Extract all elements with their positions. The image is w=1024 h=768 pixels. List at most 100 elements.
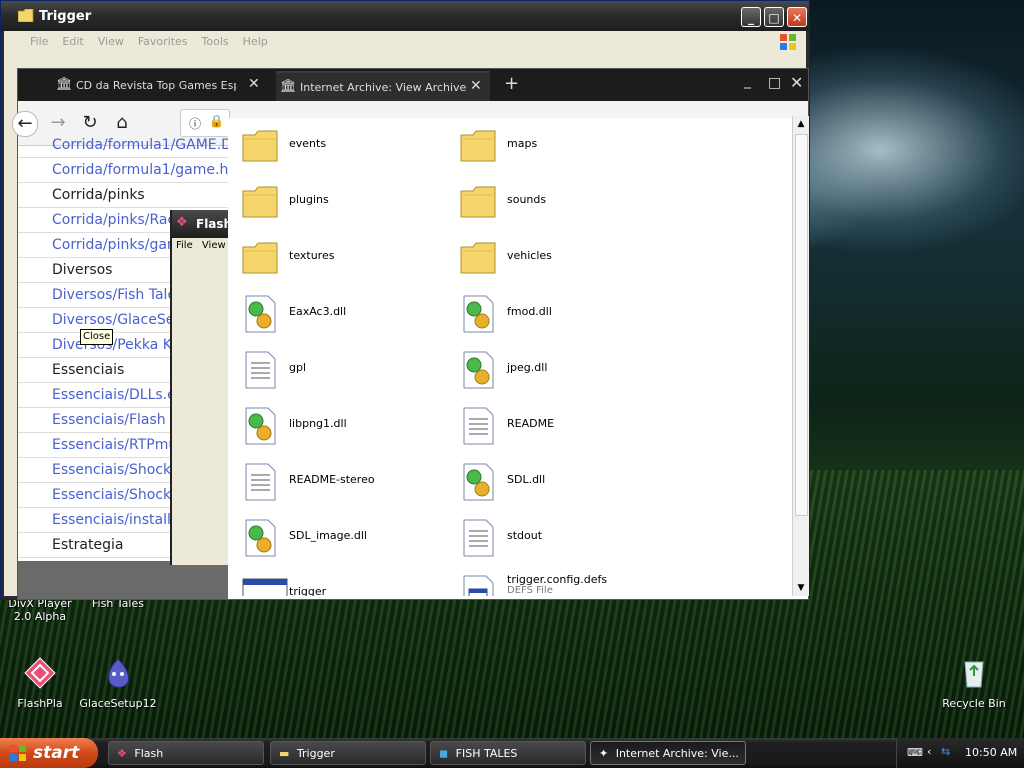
flash-app-icon <box>24 657 56 689</box>
flash-menu-file[interactable]: File <box>176 240 193 251</box>
file-item[interactable]: fmod.dll <box>452 289 662 339</box>
forward-button[interactable]: → <box>46 111 70 135</box>
file-item[interactable]: libpng1.dll <box>234 401 444 451</box>
file-item[interactable]: textures <box>234 233 444 283</box>
file-item[interactable]: SDL.dll <box>452 457 662 507</box>
flash-title-bar[interactable]: ❖ Flash <box>172 210 232 238</box>
home-button[interactable]: ⌂ <box>110 111 134 135</box>
list-item[interactable]: Corrida/formula1/GAME.DO <box>18 133 228 158</box>
file-name: plugins <box>289 193 329 206</box>
recycle-bin-icon <box>964 661 984 688</box>
file-name: README <box>507 417 555 430</box>
system-tray: ⌨ ‹ ⇆ 10:50 AM <box>896 738 1024 768</box>
desktop-icon-label: Recycle Bin <box>942 697 1006 710</box>
minimize-button[interactable]: _ <box>741 7 761 27</box>
menu-view[interactable]: View <box>91 31 131 52</box>
folder-icon <box>242 127 278 165</box>
menu-edit[interactable]: Edit <box>55 31 90 52</box>
info-icon[interactable]: ⓘ <box>189 115 201 132</box>
file-item[interactable]: README <box>452 401 662 451</box>
desktop-icon-label: FlashPla <box>17 697 63 710</box>
glace-app-icon <box>108 658 129 688</box>
new-tab-button[interactable]: + <box>504 73 519 94</box>
file-item[interactable]: maps <box>452 121 662 171</box>
file-item[interactable]: plugins <box>234 177 444 227</box>
file-name: SDL.dll <box>507 473 546 486</box>
dll-file-icon <box>242 407 278 445</box>
desktop-icon-glacesetup[interactable]: GlaceSetup12 <box>78 656 158 710</box>
scrollbar-thumb[interactable] <box>795 134 808 516</box>
close-button[interactable]: ✕ <box>787 7 807 27</box>
archive-icon: 🏛 <box>280 79 297 94</box>
taskbar: start ❖ Flash ▬ Trigger ◼ FISH TALES ✦ I… <box>0 738 1024 768</box>
desktop-icon-flashpla[interactable]: FlashPla <box>0 656 80 710</box>
file-name: stdout <box>507 529 543 542</box>
file-name: EaxAc3.dll <box>289 305 347 318</box>
vertical-scrollbar[interactable]: ▲ ▼ <box>792 116 809 596</box>
menu-favorites[interactable]: Favorites <box>131 31 195 52</box>
file-list-pane: events maps plugins sounds textures vehicles E… <box>228 118 792 596</box>
file-item[interactable]: vehicles <box>452 233 662 283</box>
folder-icon <box>18 9 34 22</box>
tab-internet-archive[interactable]: 🏛 Internet Archive: View Archive ✕ <box>276 71 490 101</box>
task-internet-archive[interactable]: ✦ Internet Archive: Vie... <box>590 741 746 765</box>
file-item[interactable]: gpl <box>234 345 444 395</box>
file-name: maps <box>507 137 538 150</box>
menu-help[interactable]: Help <box>236 31 275 52</box>
tab-close-icon[interactable]: ✕ <box>470 78 482 94</box>
file-item[interactable]: trigger.config.defs DEFS File <box>452 569 662 596</box>
application-icon <box>242 575 288 596</box>
flash-window: ❖ Flash File View <box>170 210 232 565</box>
browser-maximize-button[interactable]: □ <box>768 75 781 91</box>
tab-close-icon[interactable]: ✕ <box>248 76 260 92</box>
menu-tools[interactable]: Tools <box>195 31 236 52</box>
file-name: textures <box>289 249 335 262</box>
task-flash[interactable]: ❖ Flash <box>108 741 264 765</box>
task-label: FISH TALES <box>455 747 518 760</box>
file-name: README-stereo <box>289 473 375 486</box>
dll-file-icon <box>460 463 496 501</box>
file-item[interactable]: sounds <box>452 177 662 227</box>
file-item[interactable]: jpeg.dll <box>452 345 662 395</box>
file-name: sounds <box>507 193 547 206</box>
browser-minimize-button[interactable]: _ <box>744 73 751 89</box>
chevron-left-icon[interactable]: ‹ <box>927 745 931 758</box>
desktop-icon-divx[interactable]: DivX Player 2.0 Alpha <box>0 597 80 623</box>
task-trigger[interactable]: ▬ Trigger <box>270 741 426 765</box>
defs-file-icon <box>460 575 496 596</box>
network-icon[interactable]: ⇆ <box>941 745 950 758</box>
menu-file[interactable]: File <box>23 31 55 52</box>
flash-menu-view[interactable]: View <box>202 240 226 251</box>
folder-icon <box>460 127 496 165</box>
browser-close-button[interactable]: ✕ <box>790 73 803 92</box>
folder-icon <box>460 239 496 277</box>
dll-file-icon <box>242 519 278 557</box>
file-item[interactable]: SDL_image.dll <box>234 513 444 563</box>
task-label: Internet Archive: Vie... <box>615 747 739 760</box>
tab-top-games[interactable]: 🏛 CD da Revista Top Games Especial ✕ <box>52 71 274 99</box>
file-item[interactable]: stdout <box>452 513 662 563</box>
reload-button[interactable]: ↻ <box>78 111 102 135</box>
firefox-icon: ✦ <box>599 747 609 760</box>
file-type: DEFS File <box>507 585 553 596</box>
desktop-icon-recycle-bin[interactable]: Recycle Bin <box>934 656 1014 710</box>
keyboard-icon[interactable]: ⌨ <box>907 746 923 759</box>
list-item[interactable]: Corrida/formula1/game.htm <box>18 158 228 183</box>
file-item[interactable]: events <box>234 121 444 171</box>
archive-icon: 🏛 <box>56 77 73 92</box>
file-name: gpl <box>289 361 307 374</box>
scroll-down-icon[interactable]: ▼ <box>793 580 809 596</box>
trigger-title-bar[interactable]: Trigger _ □ ✕ <box>1 1 809 31</box>
folder-icon <box>460 183 496 221</box>
task-fish-tales[interactable]: ◼ FISH TALES <box>430 741 586 765</box>
start-label: start <box>33 743 80 763</box>
file-item[interactable]: EaxAc3.dll <box>234 289 444 339</box>
file-item[interactable]: trigger <box>234 569 444 596</box>
desktop-icon-label: DivX Player 2.0 Alpha <box>8 597 72 623</box>
file-item[interactable]: README-stereo <box>234 457 444 507</box>
file-name: jpeg.dll <box>507 361 548 374</box>
clock[interactable]: 10:50 AM <box>965 746 1017 759</box>
start-button[interactable]: start <box>0 738 98 768</box>
maximize-button[interactable]: □ <box>764 7 784 27</box>
scroll-up-icon[interactable]: ▲ <box>793 116 809 132</box>
